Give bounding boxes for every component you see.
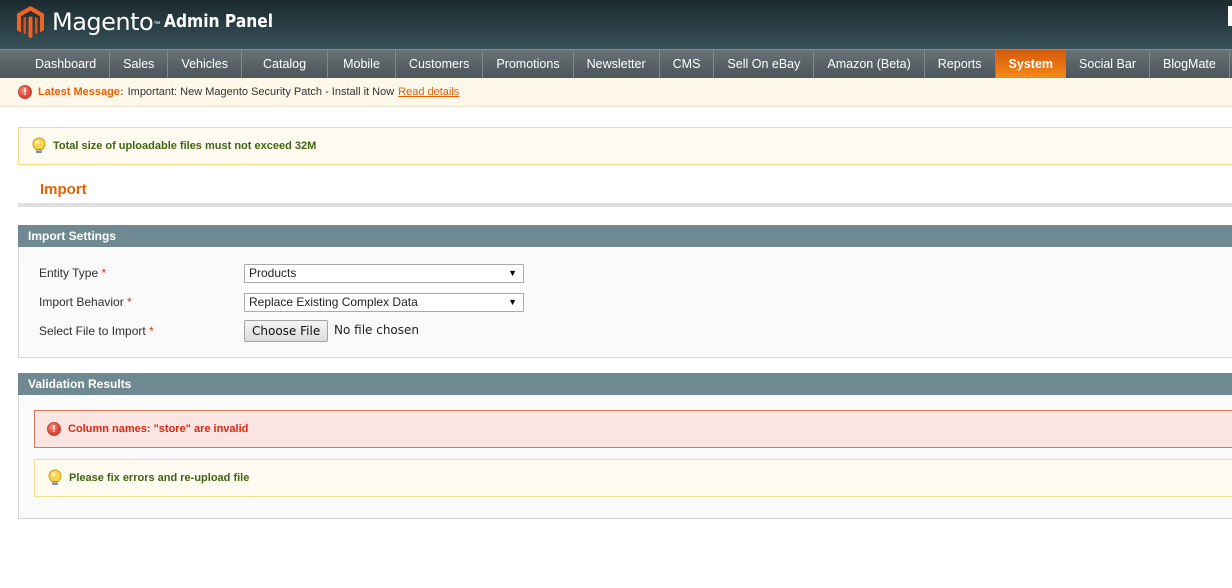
dropdown-arrow-icon: ▼: [508, 268, 517, 278]
required-marker: *: [149, 324, 154, 338]
validation-results-header: Validation Results: [18, 373, 1232, 395]
nav-item-dashboard[interactable]: Dashboard: [0, 50, 111, 78]
import-behavior-value: Replace Existing Complex Data: [249, 295, 418, 309]
validation-error-text: Column names: "store" are invalid: [68, 423, 249, 435]
error-icon: !: [18, 85, 32, 99]
import-behavior-label-text: Import Behavior: [39, 295, 124, 309]
import-settings-body: [18, 247, 1232, 358]
magento-logo-icon: [17, 6, 44, 38]
nav-item-cms[interactable]: CMS: [660, 50, 715, 78]
upload-size-notice: Total size of uploadable files must not …: [18, 127, 1232, 165]
select-file-label-text: Select File to Import: [39, 324, 146, 338]
nav-item-promotions[interactable]: Promotions: [483, 50, 574, 78]
validation-notice-text: Please fix errors and re-upload file: [69, 472, 250, 484]
required-marker: *: [101, 266, 107, 280]
validation-notice-message: Please fix errors and re-upload file: [34, 459, 1232, 497]
latest-message-label: Latest Message:: [38, 86, 124, 98]
nav-item-amazon-beta[interactable]: Amazon (Beta): [814, 50, 925, 78]
nav-item-vehicles[interactable]: Vehicles: [168, 50, 242, 78]
nav-item-sell-on-ebay[interactable]: Sell On eBay: [714, 50, 815, 78]
lightbulb-icon: [32, 137, 46, 153]
import-settings-header: Import Settings: [18, 225, 1232, 247]
read-details-link[interactable]: Read details: [398, 86, 459, 98]
nav-item-newsletter[interactable]: Newsletter: [574, 50, 660, 78]
header-search-field[interactable]: [1228, 6, 1232, 26]
select-file-label: Select File to Import *: [39, 324, 154, 338]
required-marker: *: [127, 295, 132, 309]
entity-type-label-text: Entity Type: [39, 266, 99, 280]
validation-error-message: ! Column names: "store" are invalid: [34, 410, 1232, 448]
nav-item-system[interactable]: System: [995, 50, 1067, 78]
entity-type-value: Products: [249, 266, 297, 280]
nav-item-social-bar[interactable]: Social Bar: [1066, 50, 1151, 78]
logo-text: Magento: [52, 8, 154, 36]
nav-item-blogmate[interactable]: BlogMate: [1150, 50, 1230, 78]
nav-item-sales[interactable]: Sales: [110, 50, 169, 78]
admin-header: Magento ™ Admin Panel: [0, 0, 1232, 49]
entity-type-select[interactable]: Products ▼: [244, 264, 524, 283]
logo-subtitle: Admin Panel: [164, 11, 274, 32]
file-status-text: No file chosen: [334, 323, 420, 337]
choose-file-button[interactable]: Choose File: [244, 320, 329, 342]
title-divider: [18, 203, 1232, 207]
nav-item-reports[interactable]: Reports: [925, 50, 996, 78]
entity-type-label: Entity Type *: [39, 266, 106, 280]
latest-message-text: Important: New Magento Security Patch - …: [127, 86, 395, 98]
import-behavior-label: Import Behavior *: [39, 295, 132, 309]
magento-logo[interactable]: Magento ™ Admin Panel: [17, 6, 291, 38]
lightbulb-icon: [48, 469, 62, 485]
latest-message-bar: ! Latest Message: Important: New Magento…: [0, 78, 1232, 107]
upload-size-notice-text: Total size of uploadable files must not …: [53, 140, 317, 152]
main-navigation: Dashboard Sales Vehicles Catalog Mobile …: [0, 49, 1232, 78]
logo-trademark: ™: [153, 20, 161, 28]
nav-item-customers[interactable]: Customers: [396, 50, 484, 78]
nav-item-catalog[interactable]: Catalog: [242, 50, 329, 78]
dropdown-arrow-icon: ▼: [508, 297, 517, 307]
import-behavior-select[interactable]: Replace Existing Complex Data ▼: [244, 293, 524, 312]
error-icon: !: [47, 422, 61, 436]
nav-item-mobile[interactable]: Mobile: [328, 50, 396, 78]
page-title: Import: [40, 181, 87, 198]
